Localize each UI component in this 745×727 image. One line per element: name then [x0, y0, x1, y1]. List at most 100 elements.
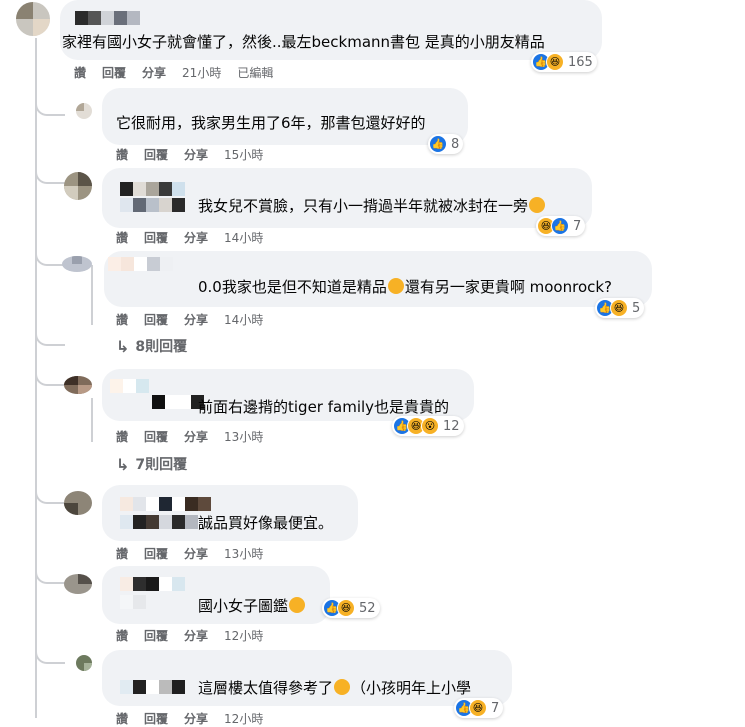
thread-elbow	[35, 560, 65, 584]
comment-text: 它很耐用，我家男生用了6年，那書包還好好的	[116, 114, 426, 132]
reaction-summary[interactable]: 👍 😆 165	[531, 52, 597, 72]
reaction-summary[interactable]: 👍 😆 😮 12	[392, 416, 464, 436]
like-button[interactable]: 讚	[116, 229, 128, 246]
timestamp[interactable]: 13小時	[224, 545, 263, 562]
timestamp[interactable]: 21小時	[182, 64, 221, 81]
timestamp[interactable]: 12小時	[224, 710, 263, 727]
timestamp[interactable]: 14小時	[224, 311, 263, 328]
comment-bubble: 前面右邊揹的tiger family也是貴貴的	[102, 369, 474, 421]
replies-thread-line	[91, 265, 93, 325]
comment-actions: 讚 回覆 分享 21小時 已編輯	[74, 64, 273, 81]
share-button[interactable]: 分享	[142, 64, 166, 81]
author-name-redacted[interactable]	[120, 680, 185, 694]
like-button[interactable]: 讚	[116, 428, 128, 445]
haha-reaction-icon: 😆	[610, 299, 628, 317]
avatar[interactable]	[76, 103, 92, 119]
thread-elbow	[35, 362, 65, 386]
reaction-summary[interactable]: 👍 😆 52	[322, 598, 380, 618]
thread-elbow	[35, 242, 65, 266]
smiling-emoji	[334, 679, 351, 695]
share-button[interactable]: 分享	[184, 146, 208, 163]
like-button[interactable]: 讚	[74, 64, 86, 81]
reaction-count: 7	[573, 218, 582, 234]
share-button[interactable]: 分享	[184, 710, 208, 727]
like-button[interactable]: 讚	[116, 146, 128, 163]
reply-button[interactable]: 回覆	[144, 311, 168, 328]
like-button[interactable]: 讚	[116, 627, 128, 644]
author-name-redacted[interactable]	[108, 257, 173, 271]
comment-text: 這層樓太值得參考了 （小孩明年上小學	[198, 679, 472, 697]
reply-arrow-icon: ↳	[116, 454, 130, 474]
share-button[interactable]: 分享	[184, 229, 208, 246]
author-name-redacted[interactable]	[120, 577, 185, 591]
author-name-redacted[interactable]	[120, 595, 146, 609]
avatar[interactable]	[16, 2, 50, 36]
comment-bubble: 這層樓太值得參考了 （小孩明年上小學	[102, 650, 512, 706]
like-reaction-icon: 👍	[429, 135, 447, 153]
comment-bubble: 家裡有國小女子就會懂了，然後..最左beckmann書包 是真的小朋友精品	[60, 0, 602, 60]
timestamp[interactable]: 12小時	[224, 627, 263, 644]
rofl-emoji	[289, 597, 306, 613]
author-name-redacted[interactable]	[110, 379, 149, 393]
comment-text: 0.0我家也是但不知道是精品 還有另一家更貴啊 moonrock?	[198, 278, 613, 296]
avatar[interactable]	[64, 172, 92, 200]
like-button[interactable]: 讚	[116, 545, 128, 562]
thread-elbow	[35, 322, 65, 346]
share-button[interactable]: 分享	[184, 428, 208, 445]
view-replies-link[interactable]: ↳ 8則回覆	[116, 336, 187, 356]
replies-count-label: 7則回覆	[135, 457, 188, 473]
reaction-count: 52	[359, 600, 376, 616]
timestamp[interactable]: 15小時	[224, 146, 263, 163]
share-button[interactable]: 分享	[184, 545, 208, 562]
comment-bubble: 我女兒不賞臉，只有小一揹過半年就被冰封在一旁	[102, 168, 592, 228]
comment-actions: 讚 回覆 分享 12小時	[116, 627, 279, 644]
avatar[interactable]	[76, 655, 92, 671]
haha-reaction-icon: 😆	[337, 599, 355, 617]
author-name-redacted[interactable]	[75, 11, 140, 25]
thread-elbow	[35, 92, 65, 116]
reaction-count: 8	[451, 136, 460, 152]
reaction-count: 5	[632, 300, 641, 316]
reaction-summary[interactable]: 😆 👍 7	[536, 216, 586, 236]
view-replies-link[interactable]: ↳ 7則回覆	[116, 454, 187, 474]
comment-text: 前面右邊揹的tiger family也是貴貴的	[198, 398, 450, 416]
comment-text: 誠品買好像最便宜。	[198, 514, 334, 532]
avatar[interactable]	[64, 574, 92, 594]
laughing-emoji	[387, 278, 404, 294]
share-button[interactable]: 分享	[184, 311, 208, 328]
reply-button[interactable]: 回覆	[144, 710, 168, 727]
timestamp[interactable]: 14小時	[224, 229, 263, 246]
reply-button[interactable]: 回覆	[144, 545, 168, 562]
reaction-summary[interactable]: 👍 😆 7	[454, 698, 504, 718]
comment-actions: 讚 回覆 分享 15小時	[116, 146, 279, 163]
avatar[interactable]	[64, 491, 92, 515]
timestamp[interactable]: 13小時	[224, 428, 263, 445]
author-name-redacted[interactable]	[120, 198, 185, 212]
author-name-redacted[interactable]	[152, 395, 204, 409]
avatar[interactable]	[64, 376, 92, 394]
haha-reaction-icon: 😆	[546, 53, 564, 71]
crying-emoji	[529, 197, 546, 213]
comment-bubble: 誠品買好像最便宜。	[102, 485, 358, 541]
comment-actions: 讚 回覆 分享 13小時	[116, 545, 279, 562]
reply-button[interactable]: 回覆	[144, 146, 168, 163]
reply-arrow-icon: ↳	[116, 336, 130, 356]
reaction-summary[interactable]: 👍 😆 5	[595, 298, 645, 318]
thread-elbow	[35, 480, 65, 504]
author-name-redacted[interactable]	[120, 497, 211, 511]
avatar[interactable]	[62, 256, 92, 272]
comment-text: 我女兒不賞臉，只有小一揹過半年就被冰封在一旁	[198, 196, 546, 216]
author-name-redacted[interactable]	[120, 182, 185, 196]
author-name-redacted[interactable]	[120, 515, 198, 529]
reply-button[interactable]: 回覆	[144, 428, 168, 445]
reaction-summary[interactable]: 👍 8	[428, 134, 464, 154]
comment-text: 家裡有國小女子就會懂了，然後..最左beckmann書包 是真的小朋友精品	[62, 33, 545, 51]
comment-actions: 讚 回覆 分享 13小時	[116, 428, 279, 445]
reply-button[interactable]: 回覆	[144, 229, 168, 246]
replies-thread-line	[91, 398, 93, 442]
reply-button[interactable]: 回覆	[144, 627, 168, 644]
like-button[interactable]: 讚	[116, 710, 128, 727]
reply-button[interactable]: 回覆	[102, 64, 126, 81]
share-button[interactable]: 分享	[184, 627, 208, 644]
like-button[interactable]: 讚	[116, 311, 128, 328]
